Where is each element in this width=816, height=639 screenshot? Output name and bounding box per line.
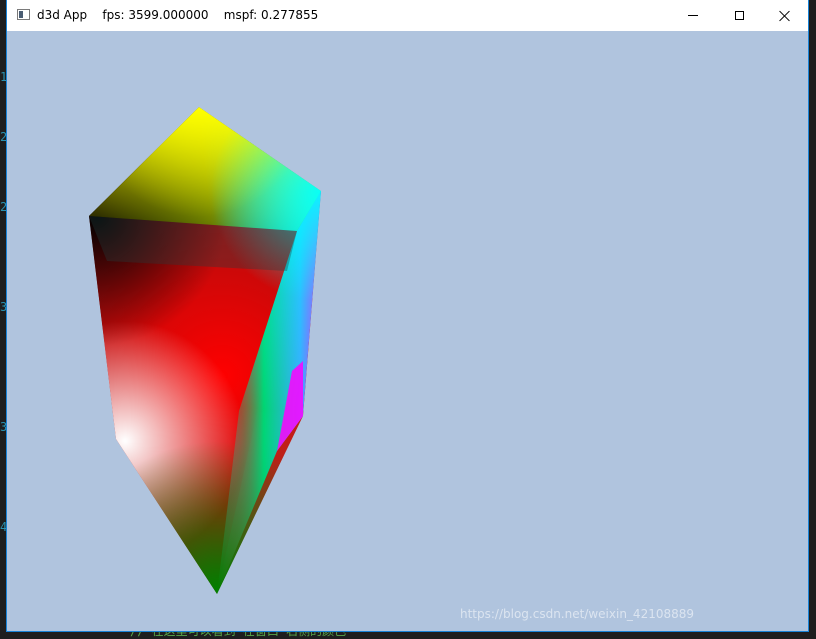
editor-right-strip [808,60,816,620]
maximize-icon [734,11,744,20]
title-fps: fps: 3599.000000 [102,8,209,22]
app-window: d3d App fps: 3599.000000 mspf: 0.277855 [7,0,808,631]
mesh-faces [89,107,321,594]
close-button[interactable] [762,0,808,31]
window-icon[interactable] [17,9,30,20]
minimize-button[interactable] [670,0,716,31]
window-title: d3d App fps: 3599.000000 mspf: 0.277855 [37,8,318,22]
title-mspf: mspf: 0.277855 [223,8,319,22]
close-icon [779,10,791,22]
render-viewport[interactable]: https://blog.csdn.net/weixin_42108889 [7,31,808,631]
title-bar[interactable]: d3d App fps: 3599.000000 mspf: 0.277855 [7,0,808,31]
rendered-mesh [89,107,321,594]
minimize-icon [688,15,698,16]
title-app-name: d3d App [37,8,88,22]
watermark-text: https://blog.csdn.net/weixin_42108889 [460,607,695,621]
maximize-button[interactable] [716,0,762,31]
